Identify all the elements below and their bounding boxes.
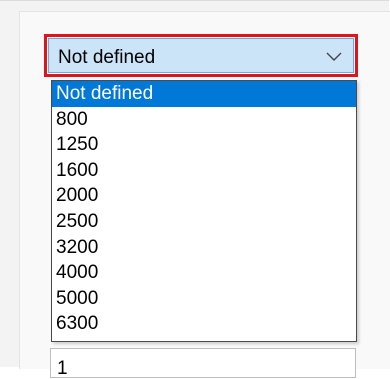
dropdown-option[interactable]: 6300 <box>52 311 356 337</box>
combobox-face[interactable]: Not defined <box>48 38 354 73</box>
dropdown-option[interactable]: 5000 <box>52 286 356 312</box>
dropdown-option[interactable]: 4000 <box>52 260 356 286</box>
dropdown-option[interactable]: Not defined <box>52 81 356 107</box>
dropdown-option[interactable]: 1600 <box>52 158 356 184</box>
option-list: Not defined 800 1250 1600 2000 2500 3200 4000 50… <box>52 81 356 337</box>
dropdown-list[interactable]: Not defined 800 1250 1600 2000 2500 3200 4000 50… <box>51 80 357 342</box>
dropdown-option[interactable]: 800 <box>52 107 356 133</box>
value-combobox[interactable]: Not defined <box>44 34 358 77</box>
combobox-value: Not defined <box>58 47 156 68</box>
chevron-down-icon[interactable] <box>325 49 343 63</box>
dropdown-option[interactable]: 2500 <box>52 209 356 235</box>
dropdown-option[interactable]: 1250 <box>52 132 356 158</box>
dropdown-option[interactable]: 2000 <box>52 183 356 209</box>
dropdown-option[interactable]: 3200 <box>52 235 356 261</box>
next-input-field[interactable]: 1 <box>50 348 356 379</box>
next-field-value: 1 <box>57 358 68 379</box>
